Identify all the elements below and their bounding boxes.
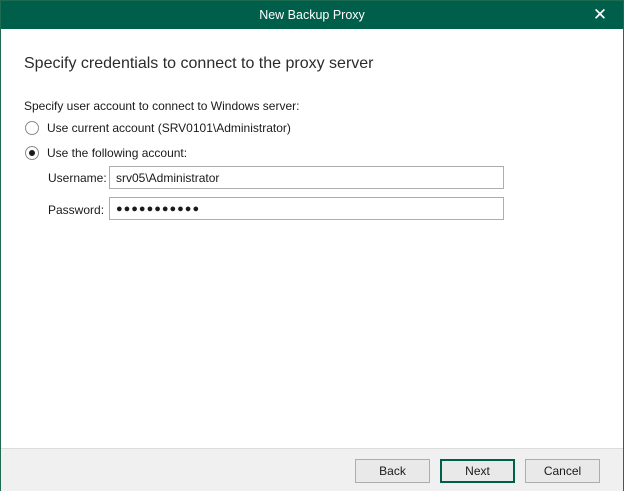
radio-use-current-account[interactable]: Use current account (SRV0101\Administrat… <box>25 120 291 136</box>
radio-checked-icon[interactable] <box>25 146 39 160</box>
radio-unchecked-icon[interactable] <box>25 121 39 135</box>
window-title: New Backup Proxy <box>259 8 365 22</box>
next-button[interactable]: Next <box>440 459 515 483</box>
cancel-button[interactable]: Cancel <box>525 459 600 483</box>
page-heading: Specify credentials to connect to the pr… <box>24 55 374 72</box>
account-group-label: Specify user account to connect to Windo… <box>24 99 300 113</box>
following-account-label: Use the following account: <box>47 146 188 160</box>
password-label: Password: <box>48 203 105 217</box>
password-field[interactable]: ●●●●●●●●●●● <box>109 197 504 220</box>
title-bar: New Backup Proxy ✕ <box>1 1 623 29</box>
radio-use-following-account[interactable]: Use the following account: <box>25 145 187 161</box>
new-backup-proxy-window: New Backup Proxy ✕ Specify credentials t… <box>0 0 624 491</box>
username-field[interactable]: srv05\Administrator <box>109 166 504 189</box>
back-button[interactable]: Back <box>355 459 430 483</box>
button-bar: Back Next Cancel <box>1 448 623 491</box>
current-account-label: Use current account (SRV0101\Administrat… <box>47 121 291 135</box>
close-icon[interactable]: ✕ <box>591 5 609 25</box>
username-label: Username: <box>48 171 107 185</box>
